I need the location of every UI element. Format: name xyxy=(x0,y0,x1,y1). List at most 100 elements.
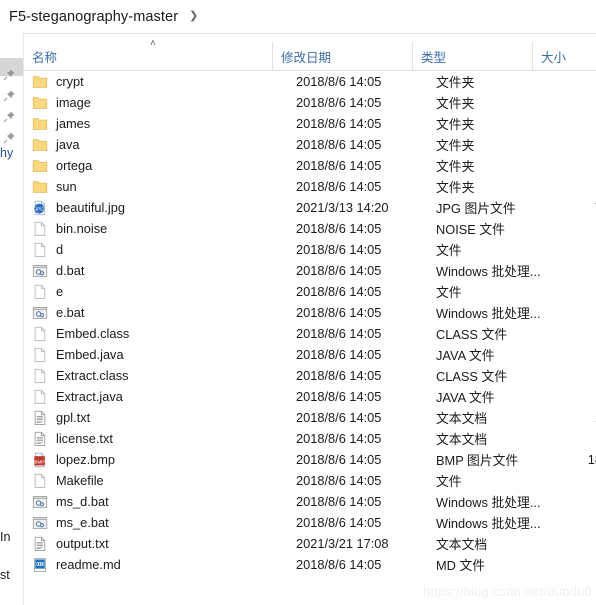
file-name-cell[interactable]: image xyxy=(32,95,292,111)
file-date-cell: 2018/8/6 14:05 xyxy=(296,305,382,320)
file-name-cell[interactable]: sun xyxy=(32,179,292,195)
file-row[interactable]: BMP lopez.bmp 2018/8/6 14:05 BMP 图片文件 18 xyxy=(24,449,596,470)
file-date-cell: 2018/8/6 14:05 xyxy=(296,557,382,572)
file-type-cell: 文件 xyxy=(436,285,462,300)
file-type-cell: Windows 批处理... xyxy=(436,264,541,279)
sort-ascending-icon: ˄ xyxy=(150,38,156,49)
nav-item-label-fragment[interactable]: In xyxy=(0,530,10,544)
file-name-cell[interactable]: crypt xyxy=(32,74,292,90)
file-row[interactable]: crypt 2018/8/6 14:05 文件夹 xyxy=(24,71,596,92)
file-name-label: ms_d.bat xyxy=(56,494,109,509)
file-date-cell: 2018/8/6 14:05 xyxy=(296,515,382,530)
file-name-label: java xyxy=(56,137,80,152)
file-name-cell[interactable]: james xyxy=(32,116,292,132)
file-row[interactable]: e.bat 2018/8/6 14:05 Windows 批处理... xyxy=(24,302,596,323)
file-type-cell: 文件夹 xyxy=(436,159,475,174)
file-name-cell[interactable]: ms_e.bat xyxy=(32,515,292,531)
file-name-label: license.txt xyxy=(56,431,113,446)
file-row[interactable]: ortega 2018/8/6 14:05 文件夹 xyxy=(24,155,596,176)
file-name-label: output.txt xyxy=(56,536,109,551)
file-type-cell: CLASS 文件 xyxy=(436,327,508,342)
file-row[interactable]: Extract.class 2018/8/6 14:05 CLASS 文件 xyxy=(24,365,596,386)
file-row[interactable]: readme.md 2018/8/6 14:05 MD 文件 xyxy=(24,554,596,575)
file-row[interactable]: Makefile 2018/8/6 14:05 文件 xyxy=(24,470,596,491)
file-row[interactable]: ms_e.bat 2018/8/6 14:05 Windows 批处理... xyxy=(24,512,596,533)
column-header-name[interactable]: 名称 xyxy=(24,42,272,70)
file-size-cell: 18 xyxy=(587,452,596,467)
file-name-cell[interactable]: BMP lopez.bmp xyxy=(32,452,292,468)
file-row[interactable]: java 2018/8/6 14:05 文件夹 xyxy=(24,134,596,155)
file-type-cell: 文件 xyxy=(436,243,462,258)
breadcrumb-chevron-icon[interactable]: ❯ xyxy=(189,11,198,22)
file-type-cell: JAVA 文件 xyxy=(436,390,495,405)
file-date-cell: 2018/8/6 14:05 xyxy=(296,326,382,341)
file-row[interactable]: JPG beautiful.jpg 2021/3/13 14:20 JPG 图片文件 7 xyxy=(24,197,596,218)
file-row[interactable]: output.txt 2021/3/21 17:08 文本文档 xyxy=(24,533,596,554)
navigation-pane[interactable]: hy In st xyxy=(0,33,24,605)
file-date-cell: 2018/8/6 14:05 xyxy=(296,473,382,488)
file-name-cell[interactable]: java xyxy=(32,137,292,153)
file-row[interactable]: james 2018/8/6 14:05 文件夹 xyxy=(24,113,596,134)
column-header-size[interactable]: 大小 xyxy=(532,42,596,70)
file-name-cell[interactable]: bin.noise xyxy=(32,221,292,237)
text-file-icon xyxy=(32,431,48,447)
file-row[interactable]: gpl.txt 2018/8/6 14:05 文本文档 1 xyxy=(24,407,596,428)
file-name-cell[interactable]: Embed.class xyxy=(32,326,292,342)
blog-watermark: https://blog.csdn.net/duodu0 xyxy=(423,584,592,599)
file-name-label: e.bat xyxy=(56,305,85,320)
address-bar[interactable]: F5-steganography-master ❯ xyxy=(0,0,596,34)
nav-item-label-fragment[interactable]: hy xyxy=(0,146,13,160)
file-type-cell: CLASS 文件 xyxy=(436,369,508,384)
file-name-cell[interactable]: ms_d.bat xyxy=(32,494,292,510)
blank-file-icon xyxy=(32,347,48,363)
column-header-type[interactable]: 类型 xyxy=(412,42,532,70)
file-name-cell[interactable]: gpl.txt xyxy=(32,410,292,426)
file-name-cell[interactable]: d.bat xyxy=(32,263,292,279)
file-date-cell: 2018/8/6 14:05 xyxy=(296,263,382,278)
file-type-cell: 文件夹 xyxy=(436,75,475,90)
file-name-cell[interactable]: e.bat xyxy=(32,305,292,321)
svg-text:JPG: JPG xyxy=(35,206,44,211)
file-name-cell[interactable]: Extract.class xyxy=(32,368,292,384)
file-row[interactable]: license.txt 2018/8/6 14:05 文本文档 xyxy=(24,428,596,449)
file-date-cell: 2021/3/21 17:08 xyxy=(296,536,389,551)
file-name-cell[interactable]: JPG beautiful.jpg xyxy=(32,200,292,216)
column-header-date-modified[interactable]: 修改日期 xyxy=(272,42,412,70)
file-row[interactable]: bin.noise 2018/8/6 14:05 NOISE 文件 xyxy=(24,218,596,239)
file-row[interactable]: d 2018/8/6 14:05 文件 xyxy=(24,239,596,260)
file-row[interactable]: Embed.class 2018/8/6 14:05 CLASS 文件 xyxy=(24,323,596,344)
file-row[interactable]: d.bat 2018/8/6 14:05 Windows 批处理... xyxy=(24,260,596,281)
file-name-cell[interactable]: ortega xyxy=(32,158,292,174)
file-row[interactable]: Extract.java 2018/8/6 14:05 JAVA 文件 xyxy=(24,386,596,407)
file-name-cell[interactable]: d xyxy=(32,242,292,258)
file-name-cell[interactable]: Embed.java xyxy=(32,347,292,363)
file-type-cell: 文本文档 xyxy=(436,537,488,552)
file-row[interactable]: image 2018/8/6 14:05 文件夹 xyxy=(24,92,596,113)
pin-icon xyxy=(2,68,16,82)
blank-file-icon xyxy=(32,368,48,384)
file-row[interactable]: sun 2018/8/6 14:05 文件夹 xyxy=(24,176,596,197)
file-name-cell[interactable]: readme.md xyxy=(32,557,292,573)
file-date-cell: 2018/8/6 14:05 xyxy=(296,95,382,110)
file-list[interactable]: crypt 2018/8/6 14:05 文件夹 image 2018/8/6 14:0… xyxy=(24,71,596,591)
column-header-row: 名称 修改日期 类型 大小 xyxy=(24,42,596,71)
batch-file-icon xyxy=(32,305,48,321)
file-row[interactable]: ms_d.bat 2018/8/6 14:05 Windows 批处理... xyxy=(24,491,596,512)
folder-icon xyxy=(32,137,48,153)
file-name-label: Makefile xyxy=(56,473,104,488)
file-row[interactable]: e 2018/8/6 14:05 文件 xyxy=(24,281,596,302)
batch-file-icon xyxy=(32,263,48,279)
file-name-cell[interactable]: e xyxy=(32,284,292,300)
folder-icon xyxy=(32,158,48,174)
file-row[interactable]: Embed.java 2018/8/6 14:05 JAVA 文件 xyxy=(24,344,596,365)
file-name-cell[interactable]: license.txt xyxy=(32,431,292,447)
file-name-label: Extract.class xyxy=(56,368,129,383)
blank-file-icon xyxy=(32,284,48,300)
nav-item-label-fragment[interactable]: st xyxy=(0,568,10,582)
file-name-cell[interactable]: Makefile xyxy=(32,473,292,489)
file-type-cell: Windows 批处理... xyxy=(436,306,541,321)
file-name-cell[interactable]: output.txt xyxy=(32,536,292,552)
breadcrumb-current-folder[interactable]: F5-steganography-master xyxy=(0,9,178,25)
file-name-cell[interactable]: Extract.java xyxy=(32,389,292,405)
file-date-cell: 2018/8/6 14:05 xyxy=(296,242,382,257)
